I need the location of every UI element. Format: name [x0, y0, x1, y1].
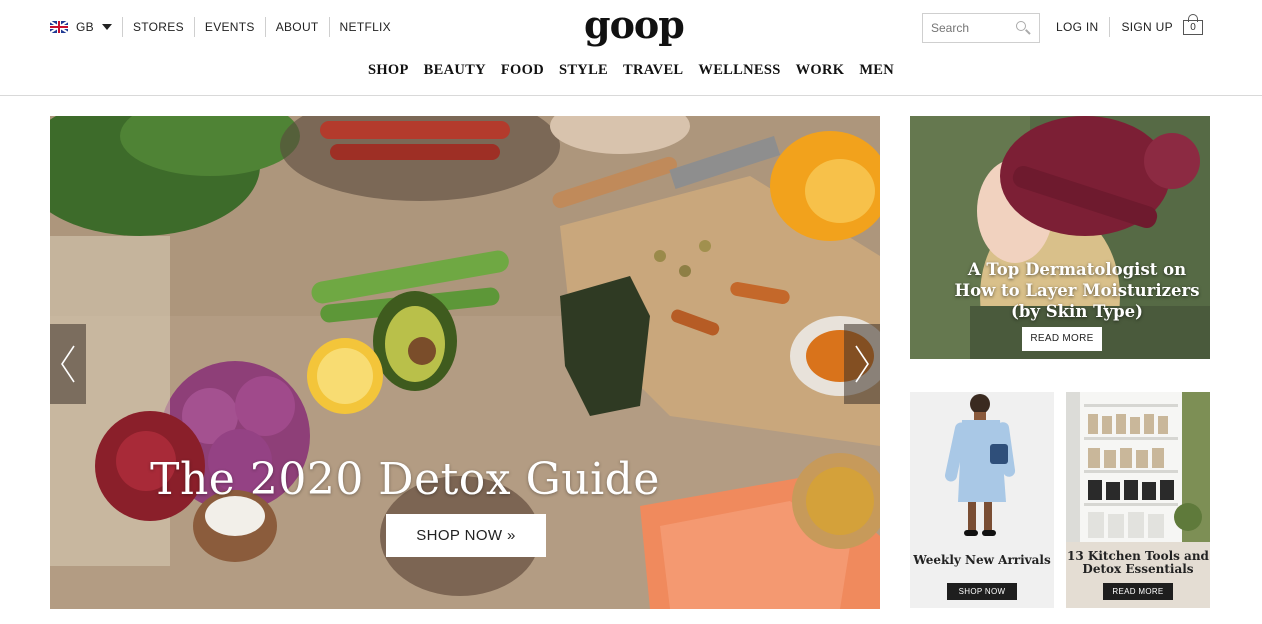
region-selector[interactable]: GB	[50, 17, 122, 37]
new-arrivals-shop-now-button[interactable]: SHOP NOW	[947, 583, 1017, 600]
nav-item-wellness[interactable]: WELLNESS	[698, 60, 780, 80]
model-shirtdress-image	[910, 392, 1054, 542]
nav-item-beauty[interactable]: BEAUTY	[424, 60, 486, 80]
site-header: GB STORES EVENTS ABOUT NETFLIX goop LOG …	[0, 0, 1262, 96]
carousel-prev-button[interactable]	[50, 324, 86, 404]
login-link[interactable]: LOG IN	[1056, 17, 1109, 37]
carousel-next-button[interactable]	[844, 324, 880, 404]
feature-title[interactable]: A Top Dermatologist on How to Layer Mois…	[910, 259, 1210, 322]
signup-link[interactable]: SIGN UP	[1109, 17, 1183, 37]
hero-banner[interactable]: The 2020 Detox Guide SHOP NOW »	[50, 116, 880, 609]
nav-item-style[interactable]: STYLE	[559, 60, 608, 80]
uk-flag-icon	[50, 21, 68, 33]
nav-item-food[interactable]: FOOD	[501, 60, 544, 80]
pantry-shelves-image	[1066, 392, 1210, 542]
region-code: GB	[76, 20, 94, 34]
caret-down-icon	[101, 24, 112, 30]
nav-item-men[interactable]: MEN	[859, 60, 894, 80]
hero-title: The 2020 Detox Guide	[150, 454, 660, 505]
nav-item-work[interactable]: WORK	[796, 60, 845, 80]
about-link[interactable]: ABOUT	[264, 17, 329, 37]
search-box[interactable]	[922, 13, 1040, 43]
site-logo[interactable]: goop	[584, 2, 685, 48]
events-link[interactable]: EVENTS	[193, 17, 265, 37]
search-input[interactable]	[931, 21, 1011, 35]
chevron-right-icon	[855, 345, 869, 383]
shop-now-button[interactable]: SHOP NOW »	[386, 514, 546, 557]
account-nav: LOG IN SIGN UP	[1056, 17, 1184, 37]
kitchen-tools-caption[interactable]: 13 Kitchen Tools and Detox Essentials	[1066, 550, 1210, 576]
kitchen-tools-card[interactable]: 13 Kitchen Tools and Detox Essentials RE…	[1066, 392, 1210, 608]
netflix-link[interactable]: NETFLIX	[328, 17, 401, 37]
chevron-left-icon	[61, 345, 75, 383]
stores-link[interactable]: STORES	[121, 17, 194, 37]
new-arrivals-card[interactable]: Weekly New Arrivals SHOP NOW	[910, 392, 1054, 608]
nav-item-travel[interactable]: TRAVEL	[623, 60, 683, 80]
feature-article[interactable]: A Top Dermatologist on How to Layer Mois…	[910, 116, 1210, 359]
woman-beanie-image	[910, 116, 1210, 359]
main-nav: SHOP BEAUTY FOOD STYLE TRAVEL WELLNESS W…	[0, 60, 1262, 80]
utility-nav-left: GB STORES EVENTS ABOUT NETFLIX	[50, 17, 401, 37]
new-arrivals-caption[interactable]: Weekly New Arrivals	[910, 554, 1054, 567]
feature-read-more-button[interactable]: READ MORE	[1022, 327, 1102, 351]
kitchen-tools-read-more-button[interactable]: READ MORE	[1103, 583, 1173, 600]
shopping-bag-icon[interactable]: 0	[1181, 14, 1205, 36]
cart-count: 0	[1190, 22, 1196, 33]
search-icon[interactable]	[1015, 20, 1031, 36]
nav-item-shop[interactable]: SHOP	[368, 60, 409, 80]
